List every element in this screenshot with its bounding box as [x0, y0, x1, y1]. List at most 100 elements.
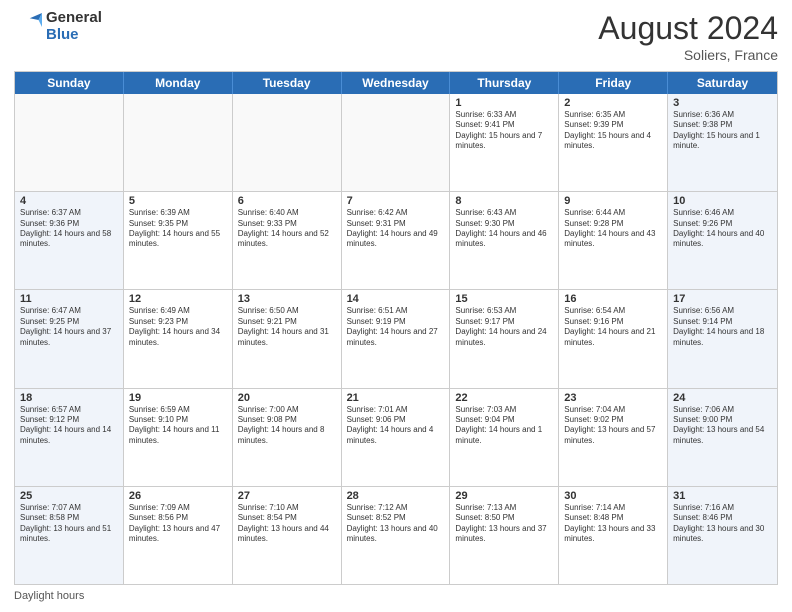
calendar-cell: 2Sunrise: 6:35 AM Sunset: 9:39 PM Daylig…	[559, 94, 668, 191]
day-number: 31	[673, 490, 772, 502]
day-info: Sunrise: 6:53 AM Sunset: 9:17 PM Dayligh…	[455, 306, 553, 348]
day-number: 6	[238, 195, 336, 207]
day-info: Sunrise: 7:03 AM Sunset: 9:04 PM Dayligh…	[455, 405, 553, 447]
day-info: Sunrise: 7:06 AM Sunset: 9:00 PM Dayligh…	[673, 405, 772, 447]
calendar-week-4: 18Sunrise: 6:57 AM Sunset: 9:12 PM Dayli…	[15, 388, 777, 486]
day-info: Sunrise: 6:33 AM Sunset: 9:41 PM Dayligh…	[455, 110, 553, 152]
day-number: 16	[564, 293, 662, 305]
calendar-body: 1Sunrise: 6:33 AM Sunset: 9:41 PM Daylig…	[15, 94, 777, 584]
calendar-cell: 17Sunrise: 6:56 AM Sunset: 9:14 PM Dayli…	[668, 290, 777, 387]
page: General Blue August 2024 Soliers, France…	[0, 0, 792, 612]
day-of-week-monday: Monday	[124, 72, 233, 94]
day-info: Sunrise: 6:57 AM Sunset: 9:12 PM Dayligh…	[20, 405, 118, 447]
calendar-week-3: 11Sunrise: 6:47 AM Sunset: 9:25 PM Dayli…	[15, 289, 777, 387]
logo: General Blue	[14, 10, 102, 43]
day-info: Sunrise: 7:09 AM Sunset: 8:56 PM Dayligh…	[129, 503, 227, 545]
day-number: 21	[347, 392, 445, 404]
day-number: 9	[564, 195, 662, 207]
calendar-cell: 21Sunrise: 7:01 AM Sunset: 9:06 PM Dayli…	[342, 389, 451, 486]
calendar-cell: 4Sunrise: 6:37 AM Sunset: 9:36 PM Daylig…	[15, 192, 124, 289]
day-number: 24	[673, 392, 772, 404]
day-of-week-thursday: Thursday	[450, 72, 559, 94]
calendar-cell: 30Sunrise: 7:14 AM Sunset: 8:48 PM Dayli…	[559, 487, 668, 584]
calendar-cell: 20Sunrise: 7:00 AM Sunset: 9:08 PM Dayli…	[233, 389, 342, 486]
day-info: Sunrise: 7:14 AM Sunset: 8:48 PM Dayligh…	[564, 503, 662, 545]
calendar-week-2: 4Sunrise: 6:37 AM Sunset: 9:36 PM Daylig…	[15, 191, 777, 289]
day-of-week-tuesday: Tuesday	[233, 72, 342, 94]
calendar-cell: 9Sunrise: 6:44 AM Sunset: 9:28 PM Daylig…	[559, 192, 668, 289]
calendar-header: SundayMondayTuesdayWednesdayThursdayFrid…	[15, 72, 777, 94]
calendar-cell: 31Sunrise: 7:16 AM Sunset: 8:46 PM Dayli…	[668, 487, 777, 584]
day-number: 3	[673, 97, 772, 109]
day-number: 7	[347, 195, 445, 207]
calendar-cell: 10Sunrise: 6:46 AM Sunset: 9:26 PM Dayli…	[668, 192, 777, 289]
title-block: August 2024 Soliers, France	[598, 10, 778, 63]
day-info: Sunrise: 6:49 AM Sunset: 9:23 PM Dayligh…	[129, 306, 227, 348]
day-info: Sunrise: 6:37 AM Sunset: 9:36 PM Dayligh…	[20, 208, 118, 250]
day-info: Sunrise: 6:59 AM Sunset: 9:10 PM Dayligh…	[129, 405, 227, 447]
calendar-cell: 13Sunrise: 6:50 AM Sunset: 9:21 PM Dayli…	[233, 290, 342, 387]
day-info: Sunrise: 7:16 AM Sunset: 8:46 PM Dayligh…	[673, 503, 772, 545]
logo-text: General Blue	[46, 10, 102, 43]
day-number: 20	[238, 392, 336, 404]
calendar-cell: 11Sunrise: 6:47 AM Sunset: 9:25 PM Dayli…	[15, 290, 124, 387]
calendar-cell: 25Sunrise: 7:07 AM Sunset: 8:58 PM Dayli…	[15, 487, 124, 584]
calendar-week-5: 25Sunrise: 7:07 AM Sunset: 8:58 PM Dayli…	[15, 486, 777, 584]
calendar-cell: 15Sunrise: 6:53 AM Sunset: 9:17 PM Dayli…	[450, 290, 559, 387]
day-number: 22	[455, 392, 553, 404]
day-number: 4	[20, 195, 118, 207]
logo-icon	[14, 13, 42, 41]
day-info: Sunrise: 7:01 AM Sunset: 9:06 PM Dayligh…	[347, 405, 445, 447]
day-number: 28	[347, 490, 445, 502]
calendar-cell: 26Sunrise: 7:09 AM Sunset: 8:56 PM Dayli…	[124, 487, 233, 584]
day-number: 15	[455, 293, 553, 305]
day-info: Sunrise: 6:51 AM Sunset: 9:19 PM Dayligh…	[347, 306, 445, 348]
day-info: Sunrise: 6:43 AM Sunset: 9:30 PM Dayligh…	[455, 208, 553, 250]
day-info: Sunrise: 6:39 AM Sunset: 9:35 PM Dayligh…	[129, 208, 227, 250]
calendar-cell: 7Sunrise: 6:42 AM Sunset: 9:31 PM Daylig…	[342, 192, 451, 289]
footer-note: Daylight hours	[14, 590, 778, 602]
day-info: Sunrise: 6:40 AM Sunset: 9:33 PM Dayligh…	[238, 208, 336, 250]
day-number: 27	[238, 490, 336, 502]
calendar-cell: 27Sunrise: 7:10 AM Sunset: 8:54 PM Dayli…	[233, 487, 342, 584]
calendar: SundayMondayTuesdayWednesdayThursdayFrid…	[14, 71, 778, 585]
day-number: 14	[347, 293, 445, 305]
day-info: Sunrise: 7:07 AM Sunset: 8:58 PM Dayligh…	[20, 503, 118, 545]
day-number: 12	[129, 293, 227, 305]
calendar-cell	[233, 94, 342, 191]
day-info: Sunrise: 6:50 AM Sunset: 9:21 PM Dayligh…	[238, 306, 336, 348]
day-number: 17	[673, 293, 772, 305]
calendar-cell: 24Sunrise: 7:06 AM Sunset: 9:00 PM Dayli…	[668, 389, 777, 486]
day-info: Sunrise: 6:42 AM Sunset: 9:31 PM Dayligh…	[347, 208, 445, 250]
calendar-cell: 5Sunrise: 6:39 AM Sunset: 9:35 PM Daylig…	[124, 192, 233, 289]
day-of-week-saturday: Saturday	[668, 72, 777, 94]
day-number: 25	[20, 490, 118, 502]
day-info: Sunrise: 7:10 AM Sunset: 8:54 PM Dayligh…	[238, 503, 336, 545]
day-info: Sunrise: 6:47 AM Sunset: 9:25 PM Dayligh…	[20, 306, 118, 348]
day-of-week-friday: Friday	[559, 72, 668, 94]
calendar-cell: 8Sunrise: 6:43 AM Sunset: 9:30 PM Daylig…	[450, 192, 559, 289]
logo-blue: Blue	[46, 26, 79, 43]
logo-general: General	[46, 9, 102, 26]
calendar-cell	[124, 94, 233, 191]
day-number: 5	[129, 195, 227, 207]
day-info: Sunrise: 6:54 AM Sunset: 9:16 PM Dayligh…	[564, 306, 662, 348]
calendar-cell: 16Sunrise: 6:54 AM Sunset: 9:16 PM Dayli…	[559, 290, 668, 387]
month-year: August 2024	[598, 10, 778, 47]
day-number: 29	[455, 490, 553, 502]
location: Soliers, France	[598, 47, 778, 63]
day-number: 11	[20, 293, 118, 305]
calendar-cell: 22Sunrise: 7:03 AM Sunset: 9:04 PM Dayli…	[450, 389, 559, 486]
calendar-cell: 29Sunrise: 7:13 AM Sunset: 8:50 PM Dayli…	[450, 487, 559, 584]
day-info: Sunrise: 6:44 AM Sunset: 9:28 PM Dayligh…	[564, 208, 662, 250]
day-number: 1	[455, 97, 553, 109]
day-info: Sunrise: 6:36 AM Sunset: 9:38 PM Dayligh…	[673, 110, 772, 152]
day-number: 30	[564, 490, 662, 502]
day-number: 18	[20, 392, 118, 404]
calendar-cell: 14Sunrise: 6:51 AM Sunset: 9:19 PM Dayli…	[342, 290, 451, 387]
day-number: 13	[238, 293, 336, 305]
day-info: Sunrise: 6:56 AM Sunset: 9:14 PM Dayligh…	[673, 306, 772, 348]
calendar-cell	[15, 94, 124, 191]
calendar-week-1: 1Sunrise: 6:33 AM Sunset: 9:41 PM Daylig…	[15, 94, 777, 191]
day-info: Sunrise: 7:00 AM Sunset: 9:08 PM Dayligh…	[238, 405, 336, 447]
